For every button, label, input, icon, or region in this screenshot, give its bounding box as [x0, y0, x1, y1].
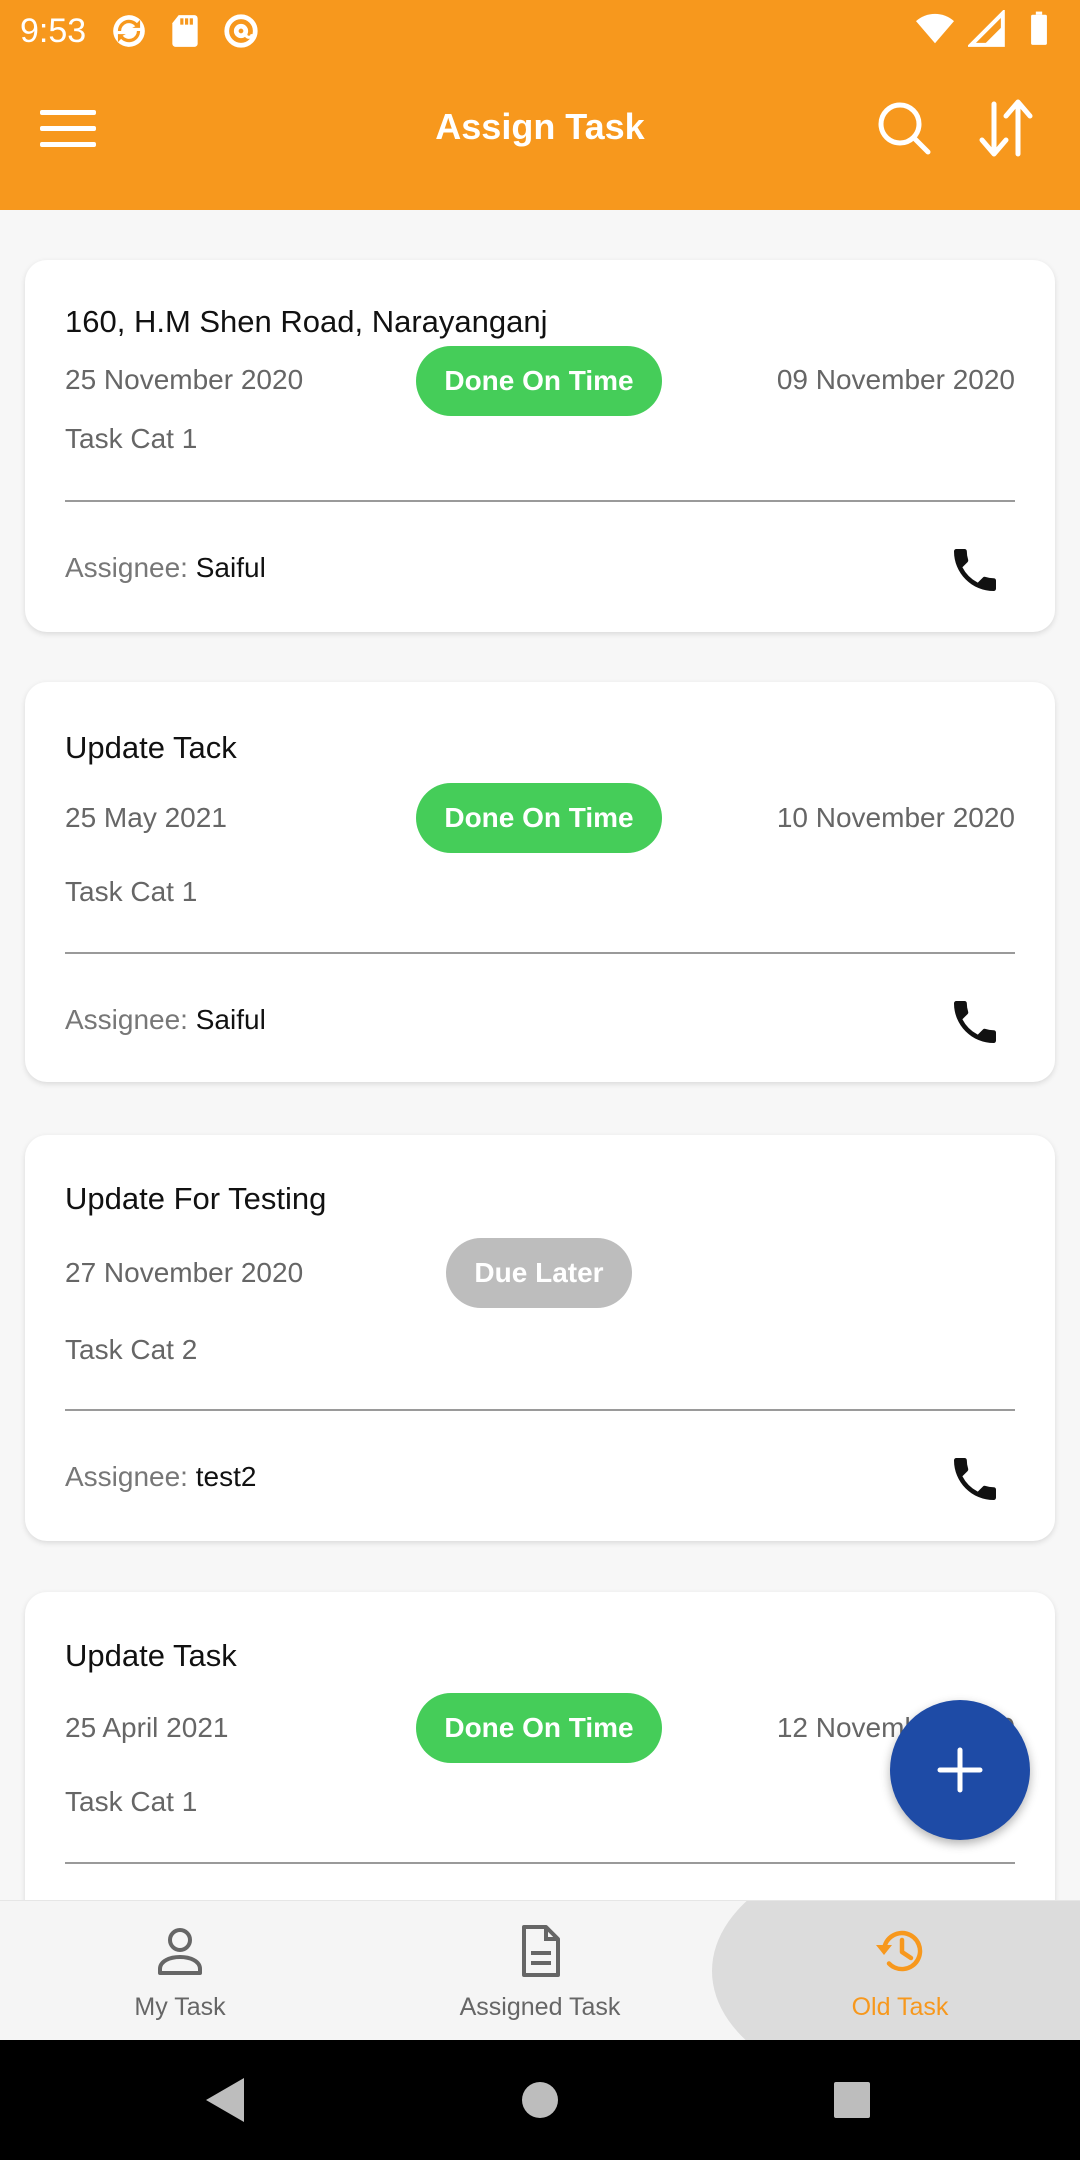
task-card[interactable]: 160, H.M Shen Road, Narayanganj 25 Novem…: [25, 260, 1055, 632]
status-badge: Done On Time: [416, 783, 662, 853]
assignee-name: Saiful: [195, 552, 266, 583]
wifi-icon: [916, 13, 954, 44]
sync-notification-icon: [113, 15, 145, 47]
divider: [65, 952, 1015, 954]
task-due-date: 09 November 2020: [776, 364, 1015, 395]
divider: [65, 1409, 1015, 1411]
assignee-label: Assignee:: [65, 1004, 196, 1035]
tab-label: Old Task: [851, 1993, 949, 2021]
bottom-navigation: My Task Assigned Task Old Task: [0, 1900, 1080, 2040]
task-title: 160, H.M Shen Road, Narayanganj: [65, 304, 548, 339]
task-category: Task Cat 1: [65, 423, 198, 454]
tab-label: My Task: [134, 1993, 226, 2021]
task-title: Update Tack: [65, 730, 237, 765]
assignee-label: Assignee:: [65, 552, 196, 583]
at-notification-icon: [224, 14, 258, 48]
system-navigation-bar: [0, 2040, 1080, 2160]
assignee-row: Assignee: Saiful: [65, 552, 266, 584]
notification-icons: [110, 12, 260, 50]
back-icon[interactable]: [196, 2070, 256, 2130]
assignee-name: test2: [195, 1461, 257, 1492]
task-start-date: 27 November 2020: [65, 1257, 304, 1288]
status-badge: Done On Time: [416, 1693, 662, 1763]
status-time: 9:53: [20, 12, 87, 50]
plus-icon: [937, 1747, 983, 1793]
battery-icon: [1031, 11, 1047, 45]
status-badge: Due Later: [446, 1238, 632, 1308]
task-start-date: 25 November 2020: [65, 364, 304, 395]
task-due-date: 10 November 2020: [776, 802, 1015, 833]
task-title: Update Task: [65, 1638, 237, 1673]
task-card[interactable]: Update Tack 25 May 2021 Done On Time 10 …: [25, 682, 1055, 1082]
person-icon: [158, 1928, 202, 1975]
status-badge: Done On Time: [416, 346, 662, 416]
tab-label: Assigned Task: [459, 1993, 621, 2021]
assignee-label: Assignee:: [65, 1461, 196, 1492]
task-category: Task Cat 2: [65, 1334, 198, 1365]
assignee-row: Assignee: Saiful: [65, 1004, 266, 1036]
app-bar: Assign Task: [0, 62, 1080, 210]
signal-icon: [968, 10, 1005, 47]
phone-icon[interactable]: [947, 542, 1003, 598]
task-category: Task Cat 1: [65, 876, 198, 907]
status-bar: 9:53: [0, 0, 1080, 62]
home-icon[interactable]: [510, 2070, 570, 2130]
tab-my-task[interactable]: My Task: [0, 1901, 360, 2040]
system-status-icons: [916, 10, 1058, 48]
task-start-date: 25 April 2021: [65, 1712, 229, 1743]
task-title: Update For Testing: [65, 1181, 327, 1216]
task-start-date: 25 May 2021: [65, 802, 227, 833]
history-icon: [876, 1930, 923, 1972]
phone-icon[interactable]: [947, 994, 1003, 1050]
search-icon[interactable]: [876, 100, 932, 156]
document-icon: [522, 1925, 560, 1977]
task-card[interactable]: Update For Testing 27 November 2020 Due …: [25, 1135, 1055, 1541]
recents-icon[interactable]: [822, 2070, 882, 2130]
tab-assigned-task[interactable]: Assigned Task: [360, 1901, 720, 2040]
divider: [65, 1862, 1015, 1864]
task-category: Task Cat 1: [65, 1786, 198, 1817]
divider: [65, 500, 1015, 502]
sort-icon[interactable]: [976, 98, 1036, 158]
sd-card-icon: [172, 15, 198, 47]
phone-icon[interactable]: [947, 1451, 1003, 1507]
task-list[interactable]: 160, H.M Shen Road, Narayanganj 25 Novem…: [0, 210, 1080, 1900]
add-task-button[interactable]: [890, 1700, 1030, 1840]
assignee-row: Assignee: test2: [65, 1461, 256, 1493]
assignee-name: Saiful: [195, 1004, 266, 1035]
tab-old-task[interactable]: Old Task: [720, 1901, 1080, 2040]
